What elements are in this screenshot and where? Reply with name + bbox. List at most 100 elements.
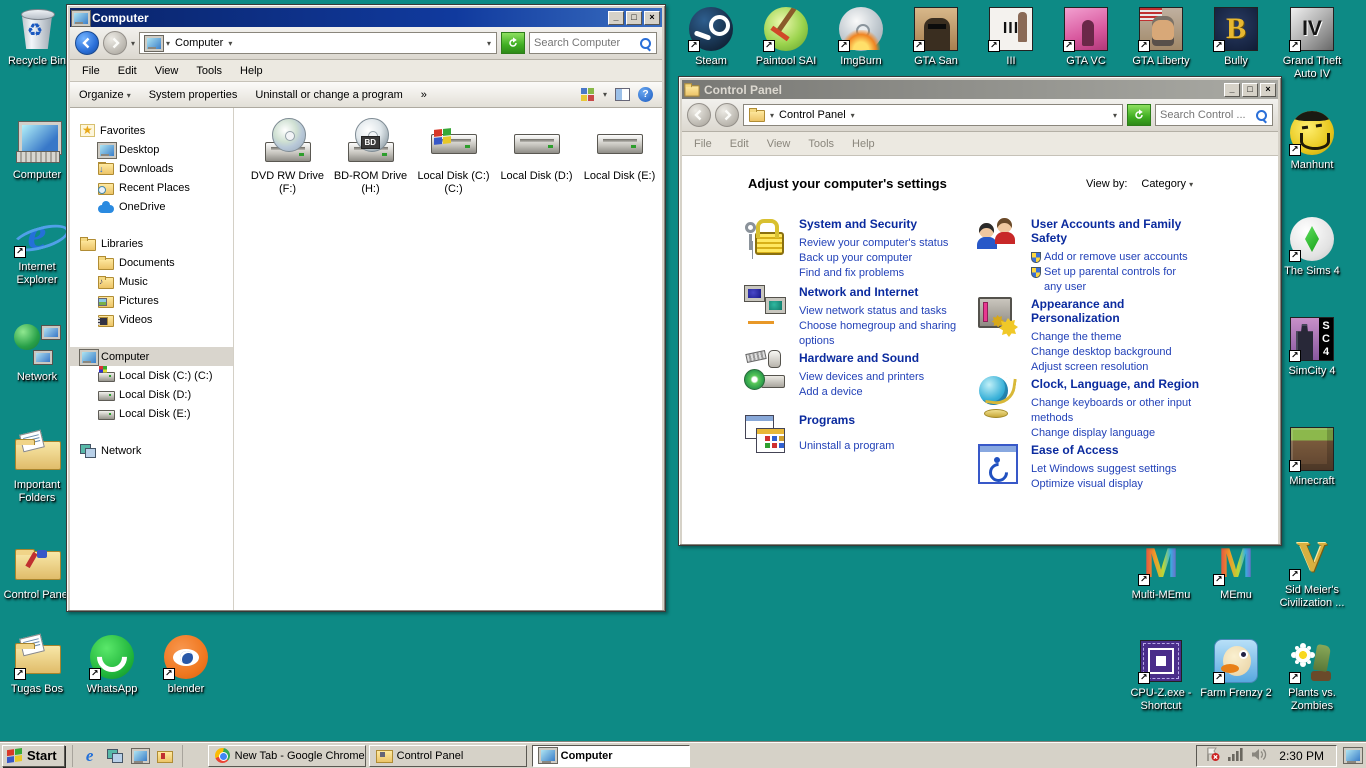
desktop-icon-civilization[interactable]: VSid Meier's Civilization ... <box>1275 535 1349 610</box>
desktop-icon-gta-liberty[interactable]: GTA Liberty <box>1124 6 1198 68</box>
chevron-icon[interactable]: ▾ <box>166 39 170 48</box>
menu-help[interactable]: Help <box>843 138 884 150</box>
desktop-icon-steam[interactable]: Steam <box>674 6 748 68</box>
chevron-icon[interactable]: ▾ <box>851 111 855 120</box>
menu-view[interactable]: View <box>758 138 800 150</box>
control-panel-titlebar[interactable]: Control Panel _ □ × <box>682 80 1278 99</box>
toolbar-overflow-chevron[interactable]: » <box>421 89 427 101</box>
search-box[interactable] <box>1155 104 1273 126</box>
category-link[interactable]: Change desktop background <box>1031 345 1216 360</box>
uninstall-button[interactable]: Uninstall or change a program <box>255 89 402 101</box>
action-center-flag-icon[interactable] <box>1205 747 1220 765</box>
desktop-icon-gta-iv[interactable]: IVGrand Theft Auto IV <box>1275 6 1349 81</box>
category-link[interactable]: Let Windows suggest settings <box>1031 462 1177 477</box>
change-view-icon[interactable] <box>581 88 595 102</box>
category-link[interactable]: Review your computer's status <box>799 236 948 251</box>
minimize-button[interactable]: _ <box>608 11 624 25</box>
taskbar-clock[interactable]: 2:30 PM <box>1275 749 1328 763</box>
address-bar[interactable]: ▾ Computer ▾ ▾ <box>139 32 497 54</box>
show-desktop-button[interactable] <box>1342 746 1362 766</box>
search-box[interactable] <box>529 32 657 54</box>
category-title[interactable]: Ease of Access <box>1031 443 1177 457</box>
desktop-icon-gta-san[interactable]: GTA San <box>899 6 973 68</box>
sidebar-item-downloads[interactable]: Downloads <box>70 159 233 178</box>
category-title[interactable]: Clock, Language, and Region <box>1031 377 1216 391</box>
search-input[interactable] <box>1160 109 1255 121</box>
taskbar-button-computer[interactable]: Computer <box>532 745 690 767</box>
system-security-icon[interactable] <box>744 216 786 258</box>
desktop-icon-sims4[interactable]: The Sims 4 <box>1275 216 1349 278</box>
taskbar-button-control-panel[interactable]: Control Panel <box>369 745 527 767</box>
minimize-button[interactable]: _ <box>1224 83 1240 97</box>
history-dropdown-icon[interactable]: ▾ <box>131 39 135 48</box>
sidebar-item-pictures[interactable]: Pictures <box>70 291 233 310</box>
category-link[interactable]: Adjust screen resolution <box>1031 360 1216 375</box>
desktop-icon-control-panel[interactable]: Control Panel <box>0 540 74 602</box>
category-link[interactable]: Uninstall a program <box>799 439 894 454</box>
appearance-icon[interactable] <box>976 296 1018 338</box>
sidebar-item-desktop[interactable]: Desktop <box>70 140 233 159</box>
refresh-button[interactable] <box>1127 104 1151 126</box>
sidebar-item-computer[interactable]: Computer <box>70 347 233 366</box>
category-link[interactable]: Back up your computer <box>799 251 948 266</box>
desktop-icon-manhunt[interactable]: Manhunt <box>1275 110 1349 172</box>
desktop-icon-farm-frenzy[interactable]: Farm Frenzy 2 <box>1199 638 1273 700</box>
menu-tools[interactable]: Tools <box>799 138 843 150</box>
category-title[interactable]: Hardware and Sound <box>799 351 924 365</box>
desktop-icon-internet-explorer[interactable]: eInternet Explorer <box>0 212 74 287</box>
sidebar-item-favorites[interactable]: Favorites <box>70 121 233 140</box>
quick-launch-internet-explorer-icon[interactable]: e <box>81 747 99 765</box>
forward-button[interactable] <box>715 103 739 127</box>
address-bar[interactable]: ▾ Control Panel ▾ ▾ <box>743 104 1123 126</box>
drive-item-dvd[interactable]: DVD RW Drive (F:) <box>246 118 329 196</box>
category-title[interactable]: Programs <box>799 413 894 427</box>
search-input[interactable] <box>534 37 639 49</box>
desktop-icon-recycle-bin[interactable]: ♻Recycle Bin <box>0 6 74 68</box>
volume-icon[interactable] <box>1251 748 1267 764</box>
desktop-icon-network[interactable]: Network <box>0 322 74 384</box>
ease-of-access-icon[interactable] <box>976 442 1018 484</box>
quick-launch-network-icon[interactable] <box>106 747 124 765</box>
menu-view[interactable]: View <box>146 65 188 77</box>
desktop-icon-memu[interactable]: MMEmu <box>1199 540 1273 602</box>
preview-pane-icon[interactable] <box>615 88 630 101</box>
sidebar-item-network[interactable]: Network <box>70 441 233 460</box>
sidebar-item-onedrive[interactable]: OneDrive <box>70 197 233 216</box>
sidebar-item-local-disk-c[interactable]: Local Disk (C:) (C:) <box>70 366 233 385</box>
network-internet-icon[interactable] <box>744 284 786 326</box>
drive-item-e[interactable]: Local Disk (E:) <box>578 118 661 183</box>
search-icon[interactable] <box>1255 109 1268 122</box>
category-link[interactable]: View network status and tasks <box>799 304 977 319</box>
desktop-icon-minecraft[interactable]: Minecraft <box>1275 426 1349 488</box>
clock-language-icon[interactable] <box>976 376 1018 418</box>
menu-edit[interactable]: Edit <box>721 138 758 150</box>
category-title[interactable]: System and Security <box>799 217 948 231</box>
drive-item-c[interactable]: Local Disk (C:) (C:) <box>412 118 495 196</box>
menu-file[interactable]: File <box>685 138 721 150</box>
view-by-dropdown[interactable]: Category <box>1141 178 1186 190</box>
drive-item-bd[interactable]: BDBD-ROM Drive (H:) <box>329 118 412 196</box>
maximize-button[interactable]: □ <box>1242 83 1258 97</box>
sidebar-item-libraries[interactable]: Libraries <box>70 234 233 253</box>
desktop-icon-tugas-bos[interactable]: Tugas Bos <box>0 634 74 696</box>
desktop-icon-blender[interactable]: blender <box>149 634 223 696</box>
desktop-icon-cpuz[interactable]: CPU-Z.exe - Shortcut <box>1124 638 1198 713</box>
taskbar-button-chrome[interactable]: New Tab - Google Chrome <box>208 745 366 767</box>
category-link[interactable]: Add a device <box>799 385 924 400</box>
desktop-icon-computer[interactable]: Computer <box>0 120 74 182</box>
back-button[interactable] <box>75 31 99 55</box>
network-signal-icon[interactable] <box>1228 748 1243 764</box>
desktop-icon-gta-iii[interactable]: IIIIII <box>974 6 1048 68</box>
category-link[interactable]: Choose homegroup and sharing options <box>799 319 977 349</box>
category-title[interactable]: User Accounts and Family Safety <box>1031 217 1216 245</box>
desktop-icon-paintool-sai[interactable]: Paintool SAI <box>749 6 823 68</box>
quick-launch-control-panel-icon[interactable] <box>156 747 174 765</box>
close-button[interactable]: × <box>644 11 660 25</box>
desktop-icon-multi-memu[interactable]: MMulti-MEmu <box>1124 540 1198 602</box>
forward-button[interactable] <box>103 31 127 55</box>
chevron-down-icon[interactable]: ▾ <box>1189 180 1193 189</box>
category-link[interactable]: Set up parental controls for any user <box>1031 265 1216 295</box>
sidebar-item-local-disk-e[interactable]: Local Disk (E:) <box>70 404 233 423</box>
organize-button[interactable]: Organize ▾ <box>79 89 131 101</box>
menu-help[interactable]: Help <box>231 65 272 77</box>
